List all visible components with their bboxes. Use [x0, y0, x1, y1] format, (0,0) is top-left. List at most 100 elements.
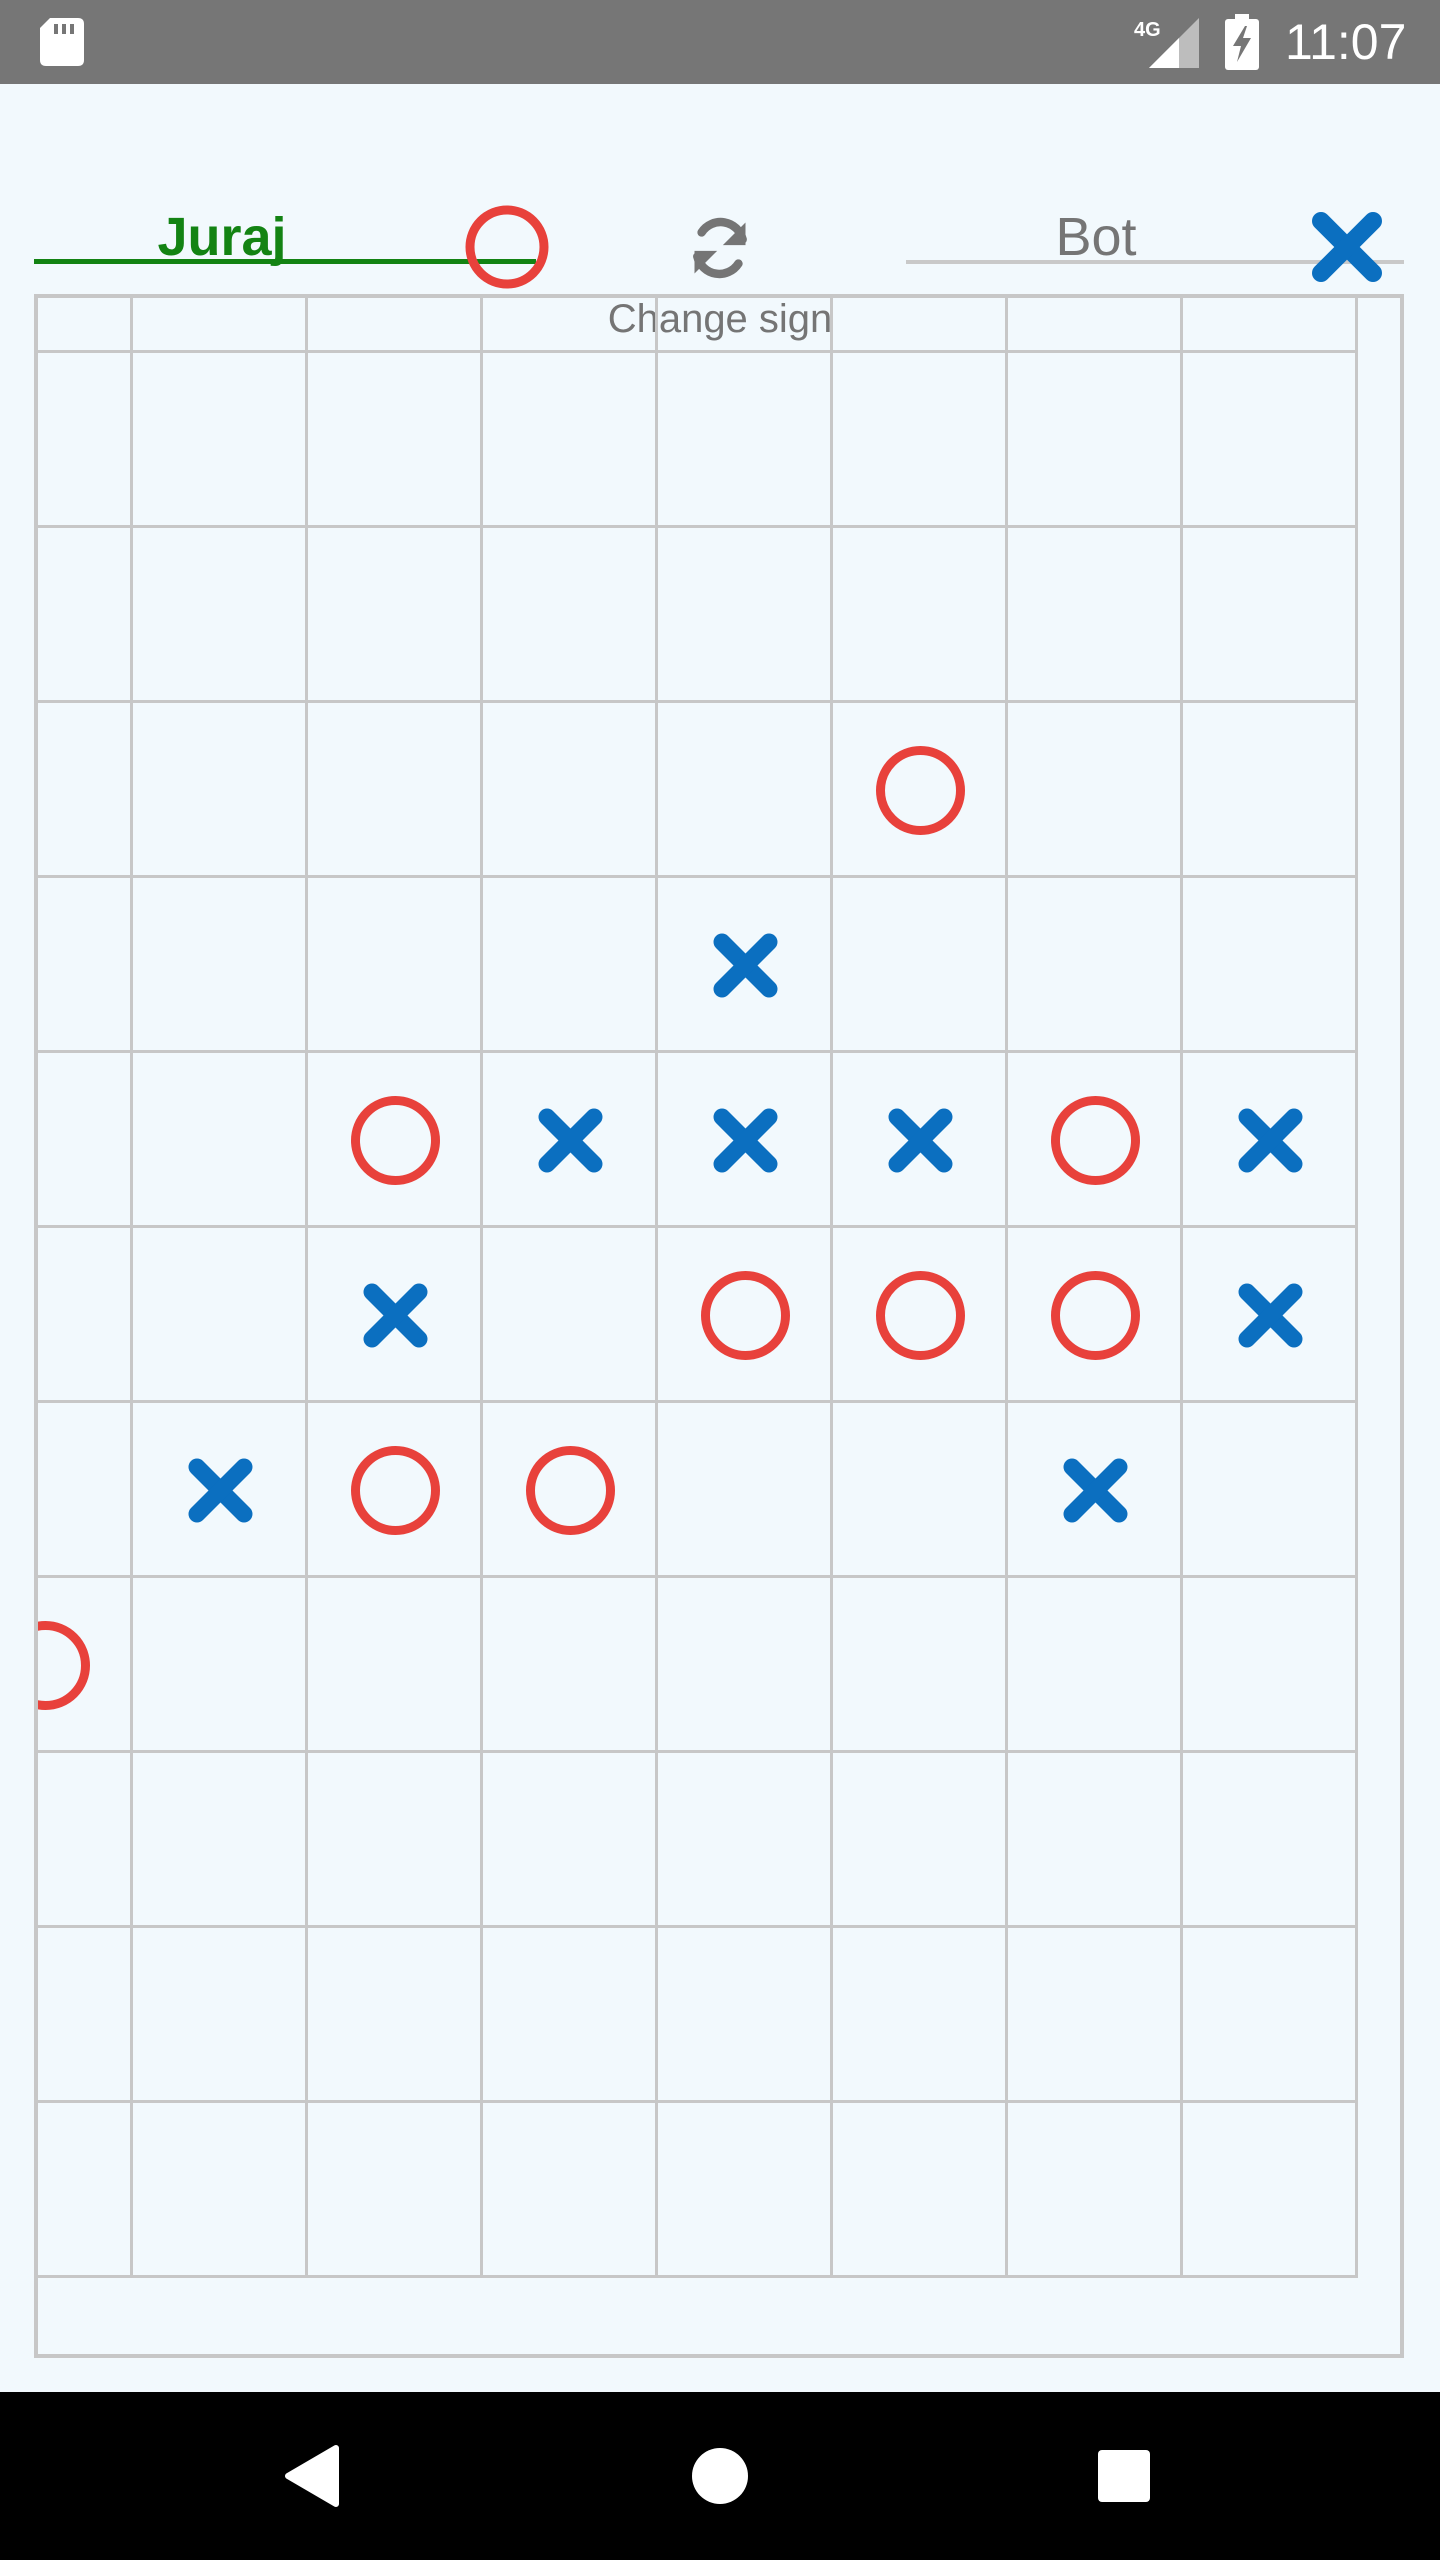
home-icon[interactable]: [690, 2446, 750, 2506]
board-cell[interactable]: [133, 1928, 308, 2103]
board-cell[interactable]: [1008, 1053, 1183, 1228]
board-cell[interactable]: [833, 1228, 1008, 1403]
board-cell[interactable]: [483, 1403, 658, 1578]
board-cell[interactable]: [38, 1753, 133, 1928]
board-cell[interactable]: [833, 353, 1008, 528]
board-cell[interactable]: [1183, 1578, 1358, 1753]
board-cell[interactable]: [1008, 1578, 1183, 1753]
board-cell[interactable]: [833, 2103, 1008, 2278]
recents-icon[interactable]: [1096, 2448, 1152, 2504]
board-cell[interactable]: [133, 2103, 308, 2278]
board-cell[interactable]: [1183, 1928, 1358, 2103]
board-cell[interactable]: [1008, 703, 1183, 878]
board-cell[interactable]: [38, 878, 133, 1053]
board-cell[interactable]: [483, 878, 658, 1053]
board-cell[interactable]: [1183, 2103, 1358, 2278]
board-cell[interactable]: [658, 528, 833, 703]
board-cell[interactable]: [1183, 298, 1358, 353]
board-cell[interactable]: [1008, 1753, 1183, 1928]
board-cell[interactable]: [833, 1928, 1008, 2103]
board-cell[interactable]: [38, 1228, 133, 1403]
board-cell[interactable]: [1183, 353, 1358, 528]
board-cell[interactable]: [133, 1053, 308, 1228]
board-cell[interactable]: [483, 1053, 658, 1228]
board-cell[interactable]: [308, 1928, 483, 2103]
board-cell[interactable]: [833, 878, 1008, 1053]
board-cell[interactable]: [308, 528, 483, 703]
board-cell[interactable]: [1183, 528, 1358, 703]
board-cell[interactable]: [658, 353, 833, 528]
board-cell[interactable]: [833, 1578, 1008, 1753]
board-cell[interactable]: [483, 703, 658, 878]
player-tab[interactable]: Juraj: [34, 144, 549, 289]
board-cell[interactable]: [38, 703, 133, 878]
board-cell[interactable]: [38, 1578, 133, 1753]
board-cell[interactable]: [833, 1403, 1008, 1578]
board-cell[interactable]: [483, 1928, 658, 2103]
board-cell[interactable]: [38, 2103, 133, 2278]
back-icon[interactable]: [282, 2444, 342, 2508]
board-cell[interactable]: [658, 1928, 833, 2103]
board-cell[interactable]: [1008, 2103, 1183, 2278]
board-cell[interactable]: [133, 298, 308, 353]
board-cell[interactable]: [133, 1753, 308, 1928]
board-cell[interactable]: [483, 1228, 658, 1403]
board-cell[interactable]: [658, 2103, 833, 2278]
board-cell[interactable]: [1008, 878, 1183, 1053]
board-cell[interactable]: [38, 1053, 133, 1228]
bot-tab[interactable]: Bot: [906, 144, 1404, 282]
board-cell[interactable]: [1183, 1403, 1358, 1578]
board-cell[interactable]: [308, 1053, 483, 1228]
board-cell[interactable]: [1183, 703, 1358, 878]
board-cell[interactable]: [308, 1228, 483, 1403]
board-cell[interactable]: [133, 1578, 308, 1753]
board-cell[interactable]: [658, 703, 833, 878]
board-cell[interactable]: [133, 1228, 308, 1403]
board-cell[interactable]: [483, 1753, 658, 1928]
board-cell[interactable]: [133, 528, 308, 703]
board-cell[interactable]: [133, 878, 308, 1053]
board-cell[interactable]: [308, 703, 483, 878]
board-cell[interactable]: [1183, 1228, 1358, 1403]
board-cell[interactable]: [658, 1578, 833, 1753]
board-cell[interactable]: [38, 528, 133, 703]
board-cell[interactable]: [483, 528, 658, 703]
board-cell[interactable]: [308, 2103, 483, 2278]
board-cell[interactable]: [1008, 1403, 1183, 1578]
board-cell[interactable]: [483, 1578, 658, 1753]
board-cell[interactable]: [833, 298, 1008, 353]
board-cell[interactable]: [38, 1928, 133, 2103]
board-cell[interactable]: [133, 353, 308, 528]
board-cell[interactable]: [1008, 1228, 1183, 1403]
board-cell[interactable]: [483, 353, 658, 528]
board-cell[interactable]: [833, 1753, 1008, 1928]
board-cell[interactable]: [308, 1403, 483, 1578]
board-cell[interactable]: [658, 1753, 833, 1928]
board-cell[interactable]: [308, 1753, 483, 1928]
board-cell[interactable]: [658, 298, 833, 353]
board-cell[interactable]: [133, 1403, 308, 1578]
board-cell[interactable]: [1008, 528, 1183, 703]
board-cell[interactable]: [1183, 1053, 1358, 1228]
board-cell[interactable]: [833, 703, 1008, 878]
board-cell[interactable]: [38, 1403, 133, 1578]
board-cell[interactable]: [1008, 298, 1183, 353]
board-cell[interactable]: [833, 1053, 1008, 1228]
board-cell[interactable]: [38, 353, 133, 528]
board-cell[interactable]: [833, 528, 1008, 703]
board-cell[interactable]: [658, 878, 833, 1053]
board-cell[interactable]: [658, 1053, 833, 1228]
board-cell[interactable]: [483, 2103, 658, 2278]
board-cell[interactable]: [1008, 353, 1183, 528]
board-cell[interactable]: [658, 1403, 833, 1578]
board-cell[interactable]: [38, 298, 133, 353]
board-cell[interactable]: [1183, 878, 1358, 1053]
board-cell[interactable]: [1008, 1928, 1183, 2103]
board-cell[interactable]: [308, 353, 483, 528]
board-cell[interactable]: [658, 1228, 833, 1403]
board-cell[interactable]: [133, 703, 308, 878]
board-cell[interactable]: [483, 298, 658, 353]
board-cell[interactable]: [1183, 1753, 1358, 1928]
board-cell[interactable]: [308, 878, 483, 1053]
board-cell[interactable]: [308, 1578, 483, 1753]
